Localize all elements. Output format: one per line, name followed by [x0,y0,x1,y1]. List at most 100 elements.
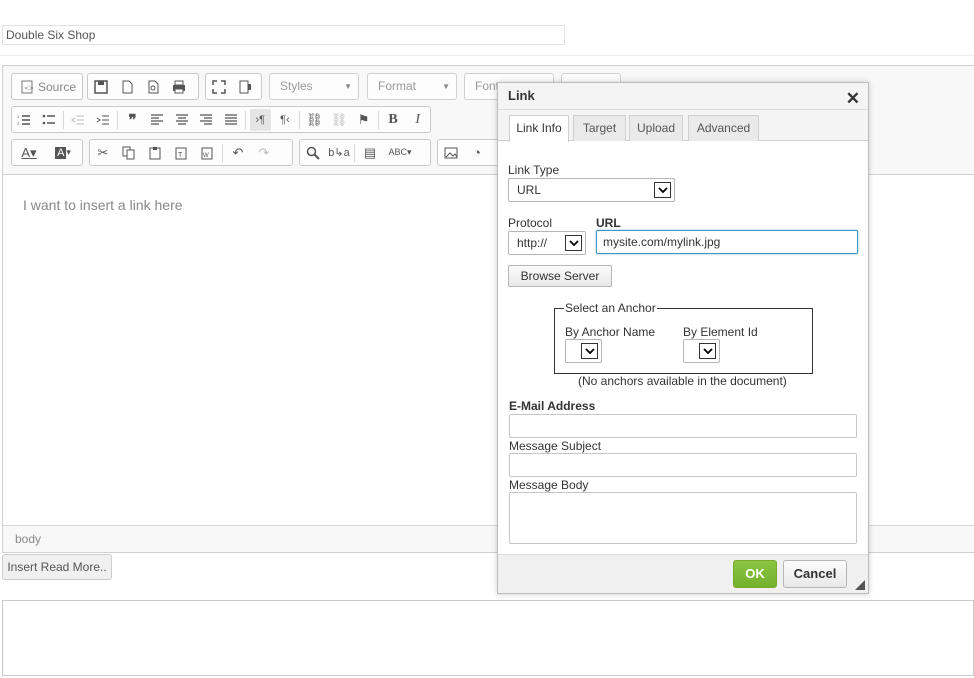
find-button[interactable] [302,142,324,164]
resize-handle-icon[interactable] [855,580,865,590]
anchor-legend: Select an Anchor [564,301,657,315]
indent-button[interactable] [93,109,114,131]
align-right-button[interactable] [196,109,217,131]
format-label: Format [378,79,417,93]
copy-icon [122,146,135,159]
align-center-icon [175,113,188,125]
format-dropdown[interactable]: Format ▼ [367,73,457,100]
save-button[interactable] [90,76,112,98]
chevron-down-icon [565,235,582,251]
tab-link-info[interactable]: Link Info [509,115,569,142]
link-button[interactable]: ⛓ [304,109,325,131]
anchor-name-select[interactable] [565,339,602,363]
message-subject-label: Message Subject [509,439,602,453]
print-icon [173,80,185,93]
insert-read-more-button[interactable]: Insert Read More.. [2,554,112,580]
maximize-button[interactable] [208,76,230,98]
image-button[interactable] [440,142,462,164]
redo-icon: ↷ [258,144,270,160]
align-center-button[interactable] [171,109,192,131]
separator [299,110,301,129]
flash-button[interactable]: ◔ [466,142,488,164]
text-direction-ltr-button[interactable]: ›¶ [250,108,271,131]
protocol-label: Protocol [508,216,553,230]
maximize-icon [212,79,226,94]
email-label: E-Mail Address [509,399,596,413]
numbered-list-button[interactable]: 12 [14,109,35,131]
paste-text-button[interactable]: T [170,142,192,164]
replace-button[interactable]: b↳a [328,142,350,164]
message-subject-input[interactable] [509,453,857,477]
quote-icon: ❞ [128,111,137,129]
italic-button[interactable]: I [407,109,428,131]
image-icon [444,147,458,158]
copy-button[interactable] [118,142,140,164]
cancel-button[interactable]: Cancel [783,560,847,588]
ok-button[interactable]: OK [733,560,777,588]
flash-icon: ◔ [473,145,481,160]
by-anchor-name-label: By Anchor Name [565,325,656,339]
chevron-down-icon [699,343,716,359]
paste-button[interactable] [144,142,166,164]
print-button[interactable] [168,76,190,98]
cut-button[interactable]: ✂ [92,142,114,164]
unlink-button[interactable]: ⛓ [329,109,350,131]
replace-icon: b↳a [328,147,350,159]
select-all-button[interactable]: ▤ [359,142,381,164]
source-button[interactable]: <> Source [14,76,76,98]
blockquote-button[interactable]: ❞ [122,109,143,131]
unlink-icon: ⛓ [330,111,348,127]
title-input[interactable]: Double Six Shop [2,25,565,45]
secondary-textarea[interactable] [2,600,974,676]
preview-icon [148,80,159,93]
link-type-label: Link Type [508,163,560,177]
svg-text:T: T [178,152,183,159]
bulleted-list-button[interactable] [39,109,60,131]
text-direction-rtl-button[interactable]: ¶‹ [275,109,296,131]
text-color-button[interactable]: A▾ [14,142,44,164]
bold-button[interactable]: B [383,109,404,131]
message-body-textarea[interactable] [509,492,857,544]
paste-text-icon: T [175,147,187,159]
bulleted-list-icon [42,114,55,124]
tab-target[interactable]: Target [573,115,626,141]
indent-icon [96,115,109,124]
anchor-button[interactable]: ⚑ [353,109,374,131]
svg-text:W: W [203,153,209,159]
link-type-select[interactable]: URL [508,178,675,202]
insert-group: ◔ [437,139,501,166]
scissors-icon: ✂ [97,144,109,160]
styles-dropdown[interactable]: Styles ▼ [269,73,359,100]
url-input[interactable]: mysite.com/mylink.jpg [596,230,858,254]
undo-button[interactable]: ↶ [227,142,249,164]
outdent-button[interactable] [68,109,89,131]
justify-button[interactable] [221,109,242,131]
protocol-select[interactable]: http:// [508,231,586,255]
tab-upload[interactable]: Upload [629,115,683,141]
outdent-icon [71,115,85,124]
background-color-button[interactable]: A ▾ [48,142,78,164]
link-type-value: URL [517,183,542,197]
element-id-select[interactable] [683,339,720,363]
new-page-button[interactable] [116,76,138,98]
close-icon[interactable]: ✕ [846,86,860,112]
separator [354,143,355,162]
chevron-down-icon [654,182,671,198]
show-blocks-button[interactable] [234,76,256,98]
clipboard-group: ✂ T W ↶ ↷ [89,139,293,166]
spellcheck-button[interactable]: ABC▾ [385,142,415,164]
italic-icon: I [415,111,420,127]
align-left-button[interactable] [147,109,168,131]
email-input[interactable] [509,414,857,438]
editor-content[interactable]: I want to insert a link here [23,197,183,213]
paste-word-button[interactable]: W [196,142,218,164]
redo-button[interactable]: ↷ [253,142,275,164]
color-group: A▾ A ▾ [11,139,83,166]
background-color-icon: A [55,146,67,159]
browse-server-button[interactable]: Browse Server [508,265,612,287]
preview-button[interactable] [142,76,164,98]
source-group: <> Source [11,73,83,100]
dialog-title-bar[interactable]: Link ✕ [498,83,868,110]
link-icon: ⛓ [306,111,323,127]
tab-advanced[interactable]: Advanced [688,115,759,141]
